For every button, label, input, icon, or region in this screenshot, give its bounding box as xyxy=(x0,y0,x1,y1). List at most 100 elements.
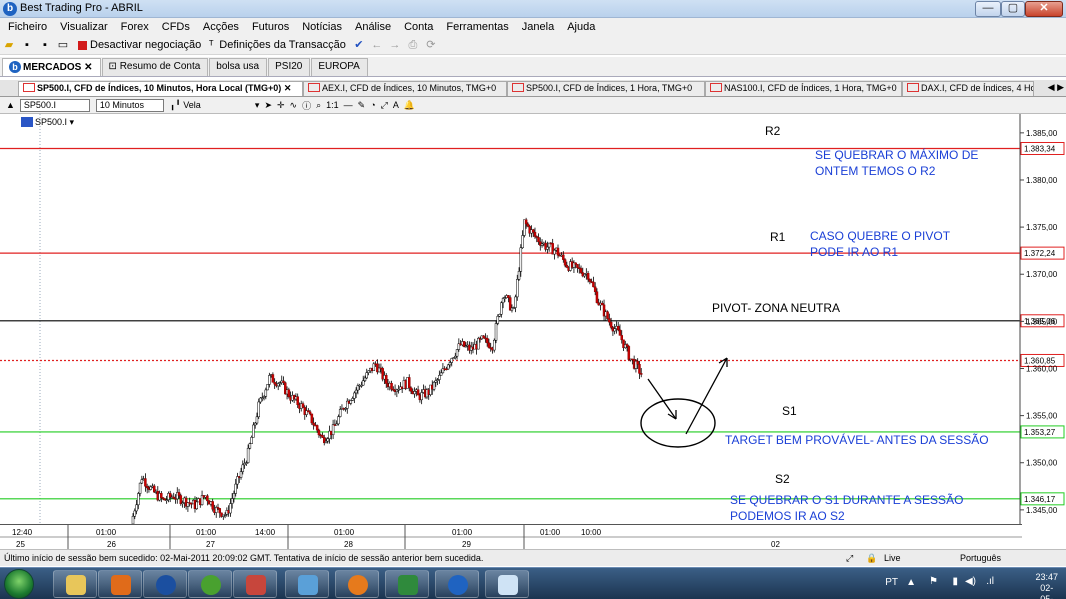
menu-tools[interactable]: Ferramentas xyxy=(446,21,508,33)
candle-body xyxy=(408,377,411,389)
tab-psi20[interactable]: PSI20 xyxy=(268,58,311,76)
pen-icon[interactable]: ✎ xyxy=(358,100,366,111)
workspace-tabs: b MERCADOS ✕ ⊡ Resumo de Conta bolsa usa … xyxy=(0,57,1066,77)
back-arrow-icon[interactable]: ← xyxy=(370,38,384,52)
hour-label: 01:00 xyxy=(96,528,117,537)
tab-mercados[interactable]: b MERCADOS ✕ xyxy=(2,58,101,76)
signal-icon[interactable]: .ıl xyxy=(986,576,994,587)
save-all-icon[interactable]: ▪ xyxy=(38,38,52,52)
close-tab-icon[interactable]: ✕ xyxy=(84,62,92,73)
taskbar-app[interactable] xyxy=(233,570,277,598)
forward-arrow-icon[interactable]: → xyxy=(388,38,402,52)
menu-analysis[interactable]: Análise xyxy=(355,21,391,33)
taskbar-explorer[interactable] xyxy=(53,570,97,598)
clock[interactable]: 23:47 02-05-2011 xyxy=(1035,572,1058,599)
chart-icon xyxy=(23,83,35,92)
candle-body xyxy=(257,401,260,418)
chart-tab-dax-4h[interactable]: DAX.I, CFD de Índices, 4 Hora xyxy=(902,81,1034,96)
account-icon: ⊡ xyxy=(108,61,117,72)
candle-body xyxy=(315,425,319,431)
indicators-icon[interactable]: ∿ xyxy=(290,100,298,111)
menu-window[interactable]: Janela xyxy=(522,21,554,33)
start-button[interactable] xyxy=(4,569,34,599)
deactivate-trading-button[interactable]: Desactivar negociação xyxy=(90,39,201,51)
candle-body xyxy=(253,422,257,426)
scale-icon[interactable]: 1:1 xyxy=(326,100,339,110)
candle-body xyxy=(477,338,480,350)
menu-account[interactable]: Conta xyxy=(404,21,433,33)
chart-canvas[interactable]: 1.383,341.372,241.365,061.360,851.353,27… xyxy=(0,114,1066,524)
close-button[interactable]: ✕ xyxy=(1025,1,1063,17)
taskbar-utorrent[interactable] xyxy=(188,570,232,598)
candle-body xyxy=(390,383,393,390)
tab-account-summary[interactable]: ⊡ Resumo de Conta xyxy=(101,58,209,76)
menu-help[interactable]: Ajuda xyxy=(567,21,595,33)
taskbar-firefox[interactable] xyxy=(335,570,379,598)
candle-body xyxy=(524,219,528,225)
bell-icon[interactable]: 🔔 xyxy=(404,100,415,111)
candle-body xyxy=(553,249,556,255)
crosshair-icon[interactable]: ✛ xyxy=(277,100,285,111)
candle-body xyxy=(321,435,324,438)
tab-bolsa-usa[interactable]: bolsa usa xyxy=(209,58,268,76)
taskbar-excel[interactable] xyxy=(385,570,429,598)
chart-tab-sp500-1h[interactable]: SP500.I, CFD de Índices, 1 Hora, TMG+0 xyxy=(507,81,705,96)
print-icon[interactable]: ▭ xyxy=(56,38,70,52)
chart-tab-nas100-1h[interactable]: NAS100.I, CFD de Índices, 1 Hora, TMG+0 xyxy=(705,81,902,96)
symbol-field[interactable]: SP500.I xyxy=(19,98,90,112)
chart-type-select[interactable]: ╻╹ Vela xyxy=(170,100,250,111)
save-icon[interactable]: ▪ xyxy=(20,38,34,52)
line-tool-icon[interactable]: — xyxy=(344,100,353,110)
candle-body xyxy=(519,247,523,272)
tab-scroll-arrows[interactable]: ◀ ▶ xyxy=(1048,82,1064,93)
taskbar: PT ▲ ⚑ ▮ ◀) .ıl 23:47 02-05-2011 xyxy=(0,567,1066,599)
menu-shares[interactable]: Acções xyxy=(203,21,239,33)
cursor-icon[interactable]: ➤ xyxy=(264,100,272,111)
chart-tool-icon[interactable]: ⤢ xyxy=(846,550,853,566)
taskbar-media-player[interactable] xyxy=(98,570,142,598)
timeframe-select[interactable]: 10 Minutos xyxy=(95,98,164,112)
menu-view[interactable]: Visualizar xyxy=(60,21,108,33)
candle-body xyxy=(514,296,517,308)
network-icon[interactable]: ▮ xyxy=(952,576,958,587)
taskbar-paint[interactable] xyxy=(485,570,529,598)
chart-annotation: CASO QUEBRE O PIVOT xyxy=(810,229,951,243)
menu-cfds[interactable]: CFDs xyxy=(162,21,190,33)
check-icon[interactable]: ✔ xyxy=(352,38,366,52)
print-preview-icon[interactable]: ⎙ xyxy=(406,38,420,52)
menu-file[interactable]: Ficheiro xyxy=(8,21,47,33)
tab-europa[interactable]: EUROPA xyxy=(311,58,368,76)
chart-tab-sp500-10min[interactable]: SP500.I, CFD de Índices, 10 Minutos, Hor… xyxy=(18,81,303,96)
dropdown-arrow-icon[interactable]: ▾ xyxy=(255,100,260,111)
menu-forex[interactable]: Forex xyxy=(121,21,149,33)
show-hidden-icons-icon[interactable]: ▲ xyxy=(906,577,916,588)
fibonacci-icon[interactable]: ⤢ xyxy=(381,100,388,111)
menu-news[interactable]: Notícias xyxy=(302,21,342,33)
minimize-button[interactable]: — xyxy=(975,1,1001,17)
open-folder-icon[interactable]: ▰ xyxy=(2,38,16,52)
menu-futures[interactable]: Futuros xyxy=(252,21,289,33)
taskbar-best-trading[interactable] xyxy=(435,570,479,598)
shapes-icon[interactable]: ◔ xyxy=(370,100,375,110)
action-center-flag-icon[interactable]: ⚑ xyxy=(929,576,938,587)
candle-body xyxy=(517,271,521,280)
candle-body xyxy=(636,360,639,365)
transaction-settings-button[interactable]: Definições da Transacção xyxy=(219,39,346,51)
volume-icon[interactable]: ◀) xyxy=(965,576,976,587)
tray-language[interactable]: PT xyxy=(885,577,898,588)
info-icon[interactable]: ⓘ xyxy=(302,99,311,112)
taskbar-hp[interactable] xyxy=(143,570,187,598)
maximize-button[interactable]: ▢ xyxy=(1001,1,1025,17)
candle-body xyxy=(301,403,305,408)
price-chart[interactable]: 1.383,34 1.372,24 1.365,06 1.360,85 1.353,27… xyxy=(0,114,1066,524)
refresh-icon[interactable]: ⟳ xyxy=(424,38,438,52)
chart-tabs: SP500.I, CFD de Índices, 10 Minutos, Hor… xyxy=(0,80,1066,97)
collapse-arrow-icon[interactable]: ▲ xyxy=(6,100,15,110)
hour-label: 01:00 xyxy=(452,528,473,537)
text-tool-icon[interactable]: A xyxy=(393,100,399,110)
zoom-icon[interactable]: ⌕ xyxy=(316,100,321,111)
candle-body xyxy=(232,493,236,499)
taskbar-people[interactable] xyxy=(285,570,329,598)
hour-label: 01:00 xyxy=(540,528,561,537)
chart-tab-aex-10min[interactable]: AEX.I, CFD de Índices, 10 Minutos, TMG+0 xyxy=(303,81,507,96)
